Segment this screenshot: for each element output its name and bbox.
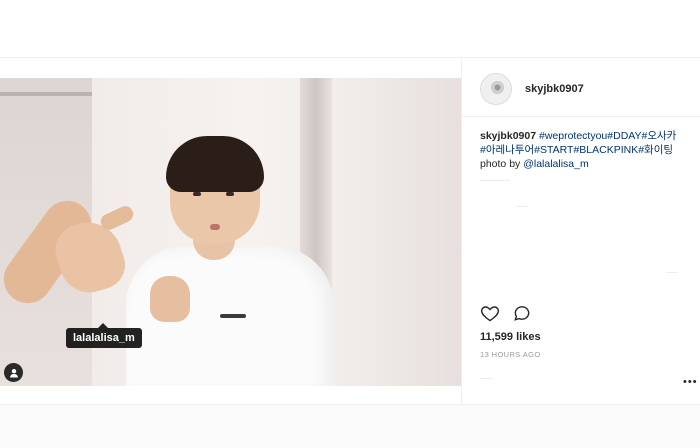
hashtag-fighting[interactable]: #화이팅 — [638, 144, 673, 156]
photo-tag-label[interactable]: lalalalisa_m — [66, 323, 142, 348]
avatar[interactable] — [480, 73, 512, 105]
hashtag-start[interactable]: #START — [534, 144, 573, 156]
photo-credit-prefix: photo by — [480, 158, 524, 170]
post-sidebar: skyjbk0907 skyjbk0907 #weprotectyou#DDAY… — [461, 58, 700, 406]
bottom-band — [0, 405, 700, 448]
hashtag-dday[interactable]: #DDAY — [607, 130, 641, 142]
instagram-post: lalalalisa_m skyjbk0907 skyjbk0907 #wepr… — [0, 57, 700, 406]
post-actions — [480, 303, 532, 323]
hashtag-osaka[interactable]: #오사카 — [642, 130, 677, 142]
photo-mouth — [210, 224, 220, 230]
post-header: skyjbk0907 — [480, 72, 584, 106]
photo-eye-left — [193, 192, 201, 196]
hashtag-weprotectyou[interactable]: #weprotectyou — [539, 130, 607, 142]
photo-door-line — [0, 92, 92, 96]
hashtag-blackpink[interactable]: #BLACKPINK — [573, 144, 638, 156]
heart-icon[interactable] — [480, 303, 500, 323]
caption-username[interactable]: skyjbk0907 — [480, 130, 536, 142]
faint-mark — [516, 206, 528, 207]
faint-mark — [480, 378, 492, 379]
post-photo[interactable]: lalalalisa_m — [0, 78, 461, 386]
user-tag-icon[interactable] — [4, 363, 23, 382]
post-caption: skyjbk0907 #weprotectyou#DDAY#오사카 #아레나투어… — [480, 129, 690, 171]
faint-mark — [480, 180, 510, 181]
user-silhouette-icon — [9, 368, 18, 377]
photo-eye-right — [226, 192, 234, 196]
faint-mark — [667, 272, 677, 273]
comment-icon[interactable] — [512, 303, 532, 323]
photo-shirt-logo — [220, 314, 246, 318]
photo-hair — [166, 136, 264, 192]
photo-fist — [150, 276, 190, 322]
photo-credit-user[interactable]: @lalalalisa_m — [523, 158, 589, 170]
more-options-button[interactable]: ••• — [683, 376, 698, 388]
hashtag-arena-tour[interactable]: #아레나투어 — [480, 144, 534, 156]
photo-person — [118, 126, 338, 386]
likes-count[interactable]: 11,599 likes — [480, 331, 541, 343]
top-whitespace — [0, 0, 700, 56]
header-divider — [462, 116, 700, 117]
post-timestamp[interactable]: 13 HOURS AGO — [480, 350, 541, 359]
post-author-username[interactable]: skyjbk0907 — [525, 83, 584, 95]
photo-wall-right — [332, 78, 461, 386]
